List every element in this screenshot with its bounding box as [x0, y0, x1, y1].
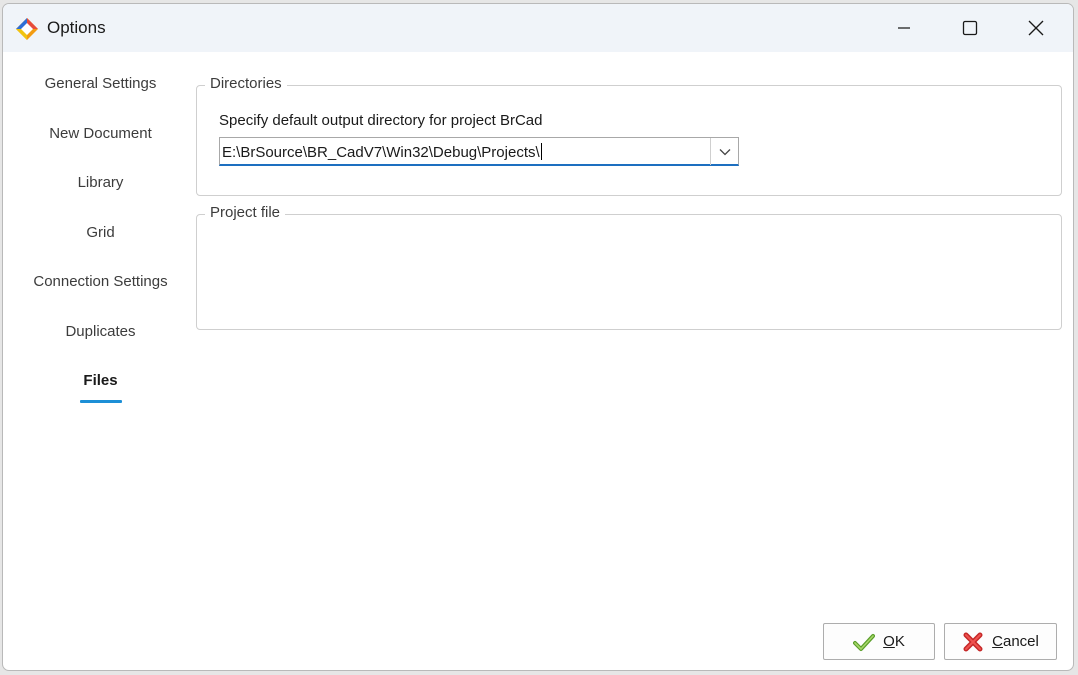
- app-diamond-icon: [16, 18, 38, 40]
- close-icon: [1028, 20, 1044, 36]
- output-directory-label: Specify default output directory for pro…: [219, 112, 543, 129]
- nav-item-grid[interactable]: Grid: [3, 218, 198, 248]
- options-dialog: Options General Settings New Document Li…: [2, 3, 1074, 671]
- ok-button[interactable]: OK: [823, 623, 935, 660]
- nav-item-connection-settings[interactable]: Connection Settings: [3, 267, 198, 297]
- project-file-group: Project file: [196, 204, 1062, 330]
- cancel-button[interactable]: Cancel: [944, 623, 1057, 660]
- title-bar: Options: [3, 4, 1073, 52]
- minimize-button[interactable]: [871, 4, 937, 52]
- directories-group-title: Directories: [205, 75, 287, 92]
- cancel-label: Cancel: [992, 633, 1039, 650]
- maximize-button[interactable]: [937, 4, 1003, 52]
- nav-item-duplicates[interactable]: Duplicates: [3, 317, 198, 347]
- nav-item-library[interactable]: Library: [3, 168, 198, 198]
- ok-label: OK: [883, 633, 905, 650]
- nav-item-general-settings[interactable]: General Settings: [3, 69, 198, 99]
- checkmark-icon: [853, 633, 876, 651]
- output-directory-value: E:\BrSource\BR_CadV7\Win32\Debug\Project…: [222, 144, 540, 161]
- close-button[interactable]: [1003, 4, 1069, 52]
- text-cursor: [540, 143, 542, 160]
- nav-item-files[interactable]: Files: [3, 366, 198, 396]
- chevron-down-icon: [719, 148, 730, 155]
- options-navigation: General Settings New Document Library Gr…: [3, 52, 198, 670]
- cancel-x-icon: [963, 632, 983, 651]
- dropdown-button[interactable]: [711, 138, 738, 165]
- project-file-group-title: Project file: [205, 204, 286, 221]
- directories-group: Directories Specify default output direc…: [196, 75, 1062, 196]
- minimize-icon: [898, 27, 910, 29]
- maximize-icon: [962, 20, 978, 36]
- window-title: Options: [47, 18, 106, 37]
- nav-item-new-document[interactable]: New Document: [3, 119, 198, 149]
- active-tab-indicator: [80, 400, 122, 403]
- output-directory-combo[interactable]: E:\BrSource\BR_CadV7\Win32\Debug\Project…: [219, 137, 739, 166]
